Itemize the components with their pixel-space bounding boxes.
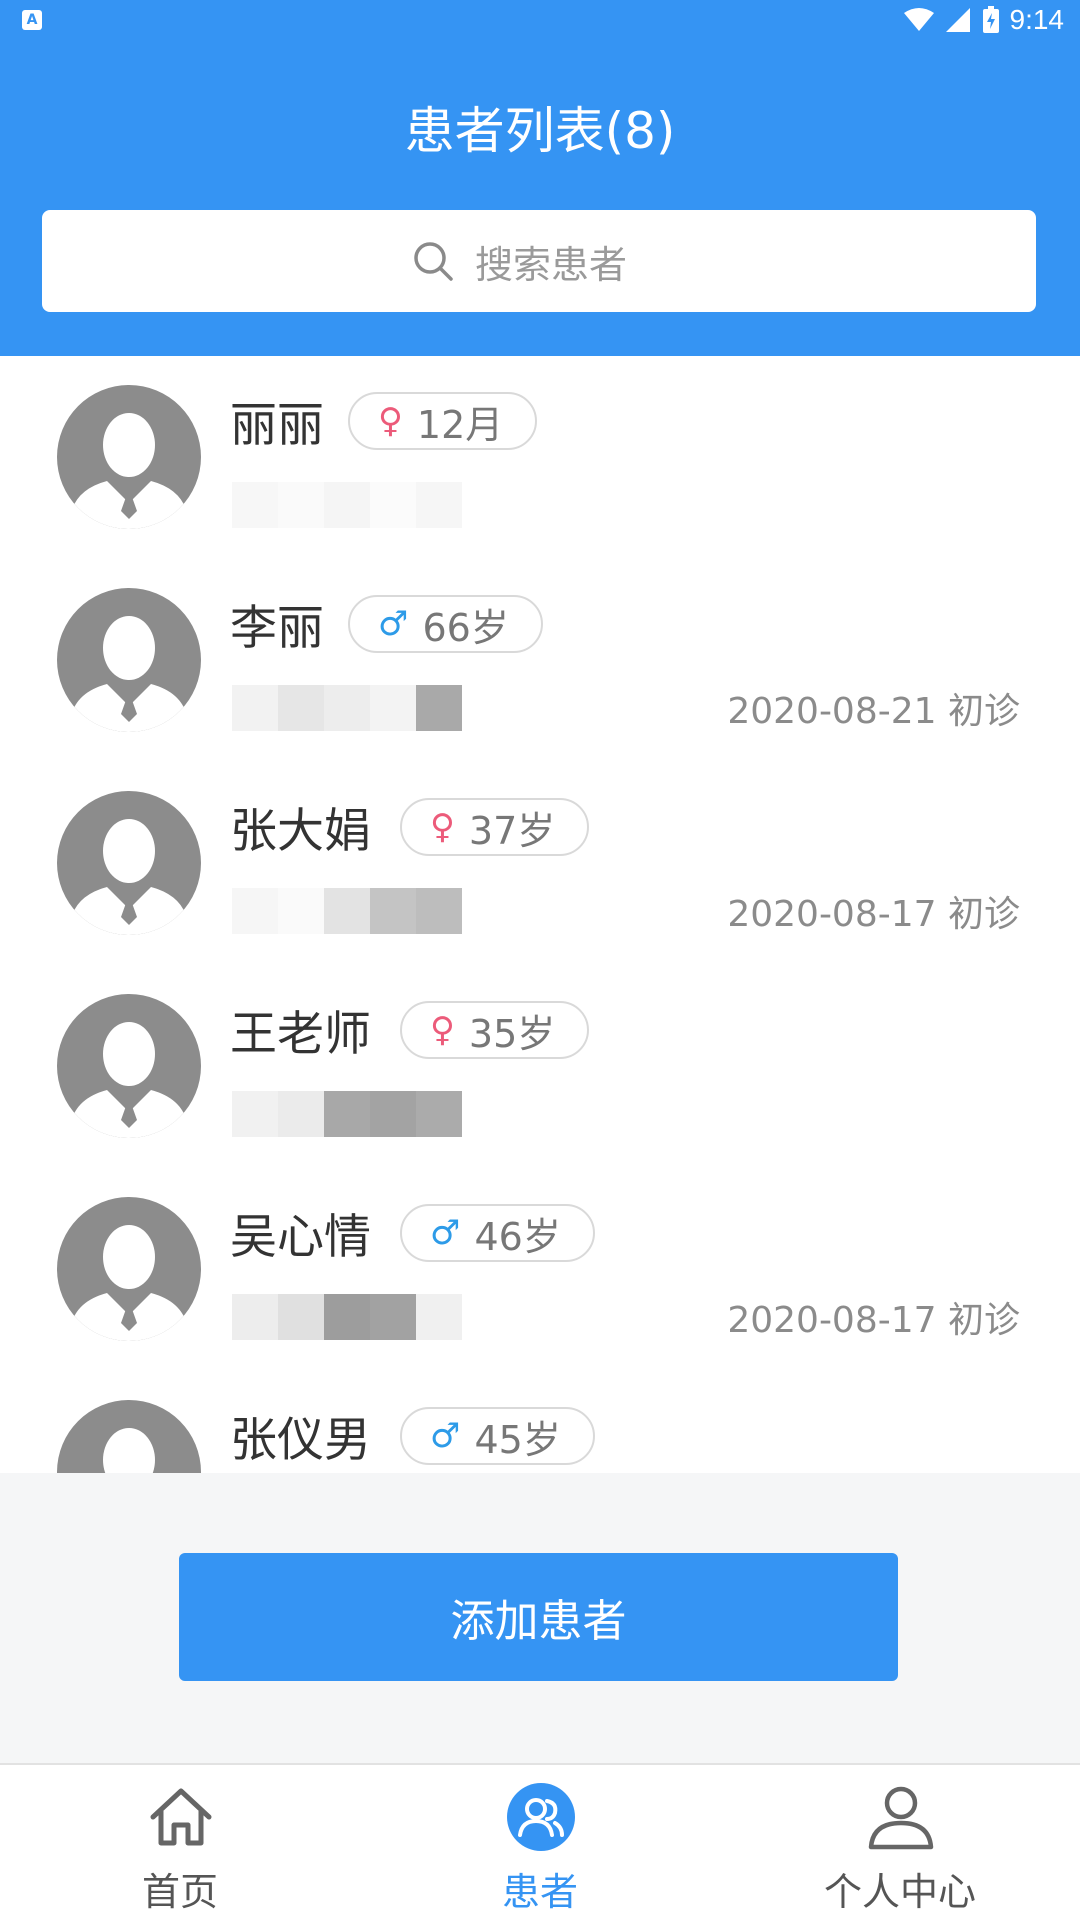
phone-number-blurred — [232, 1091, 462, 1137]
patient-age: 66岁 — [422, 605, 509, 650]
page-title: 患者列表(8) — [404, 102, 676, 160]
patient-name: 丽丽 — [230, 398, 324, 453]
avatar-icon — [57, 588, 201, 732]
visit-date: 2020-08-17 初诊 — [727, 894, 1020, 935]
gender-age-badge: ♂ 66岁 — [348, 595, 543, 653]
tab-profile[interactable]: 个人中心 — [720, 1765, 1080, 1920]
patient-row[interactable]: 吴心情 ♂ 46岁 2020-08-17 初诊 — [0, 1168, 1080, 1373]
phone-number-blurred — [232, 685, 462, 731]
patient-name: 李丽 — [230, 601, 324, 656]
status-indicators: 9:14 — [903, 4, 1065, 36]
wifi-icon — [903, 8, 934, 31]
male-icon: ♂ — [378, 604, 409, 644]
patient-age: 35岁 — [468, 1011, 556, 1056]
app-notification-icon: A — [22, 10, 42, 30]
patient-row[interactable]: 李丽 ♂ 66岁 2020-08-21 初诊 — [0, 559, 1080, 764]
patients-icon — [507, 1783, 575, 1851]
patient-row[interactable]: 丽丽 ♀ 12月 — [0, 356, 1080, 561]
patient-row[interactable]: 张大娟 ♀ 37岁 2020-08-17 初诊 — [0, 762, 1080, 967]
status-time: 9:14 — [1009, 4, 1065, 35]
female-icon: ♀ — [378, 401, 403, 441]
add-patient-button[interactable]: 添加患者 — [179, 1553, 898, 1681]
tab-label: 患者 — [501, 1870, 578, 1914]
phone-number-blurred — [232, 888, 462, 934]
patient-age: 46岁 — [474, 1214, 561, 1259]
patient-name: 吴心情 — [230, 1210, 371, 1265]
tab-home[interactable]: 首页 — [0, 1765, 360, 1920]
patient-age: 37岁 — [468, 808, 556, 853]
home-icon — [150, 1788, 212, 1846]
phone-number-blurred — [232, 482, 462, 528]
female-icon: ♀ — [430, 807, 455, 847]
phone-number-blurred — [232, 1294, 462, 1340]
tab-label: 个人中心 — [823, 1870, 976, 1914]
patient-name: 王老师 — [230, 1007, 371, 1062]
gender-age-badge: ♂ 46岁 — [400, 1204, 595, 1262]
visit-date: 2020-08-17 初诊 — [727, 1300, 1020, 1341]
search-placeholder: 搜索患者 — [474, 242, 627, 287]
battery-icon — [982, 6, 999, 33]
male-icon: ♂ — [430, 1213, 461, 1253]
patient-name: 张大娟 — [230, 804, 371, 859]
gender-age-badge: ♀ 37岁 — [400, 798, 590, 856]
status-bar: A 9:14 — [0, 0, 1080, 42]
bottom-tab-bar: 首页 患者 个人中心 — [0, 1763, 1080, 1920]
avatar-icon — [57, 1400, 201, 1473]
patient-row[interactable]: 王老师 ♀ 35岁 — [0, 965, 1080, 1170]
person-icon — [868, 1786, 934, 1850]
gender-age-badge: ♂ 45岁 — [400, 1407, 595, 1465]
patient-age: 12月 — [416, 402, 504, 447]
tab-patients[interactable]: 患者 — [360, 1765, 720, 1920]
add-patient-area: 添加患者 — [0, 1473, 1080, 1763]
patient-row[interactable]: 张仪男 ♂ 45岁 — [0, 1371, 1080, 1473]
patient-list[interactable]: 丽丽 ♀ 12月 李丽 ♂ 66岁 2020-08-21 初诊 张大娟 ♀ 37… — [0, 356, 1080, 1473]
patient-age: 45岁 — [474, 1417, 561, 1462]
gender-age-badge: ♀ 12月 — [348, 392, 538, 450]
patient-name: 张仪男 — [230, 1413, 371, 1468]
avatar-icon — [57, 385, 201, 529]
male-icon: ♂ — [430, 1416, 461, 1456]
search-input[interactable]: 搜索患者 — [42, 210, 1036, 312]
header-bar: A 9:14 患者列表(8) 搜索患者 — [0, 0, 1080, 356]
visit-date: 2020-08-21 初诊 — [727, 691, 1020, 732]
gender-age-badge: ♀ 35岁 — [400, 1001, 590, 1059]
avatar-icon — [57, 791, 201, 935]
avatar-icon — [57, 1197, 201, 1341]
search-icon — [414, 242, 453, 281]
signal-icon — [945, 8, 970, 32]
avatar-icon — [57, 994, 201, 1138]
tab-label: 首页 — [141, 1870, 218, 1914]
female-icon: ♀ — [430, 1010, 455, 1050]
